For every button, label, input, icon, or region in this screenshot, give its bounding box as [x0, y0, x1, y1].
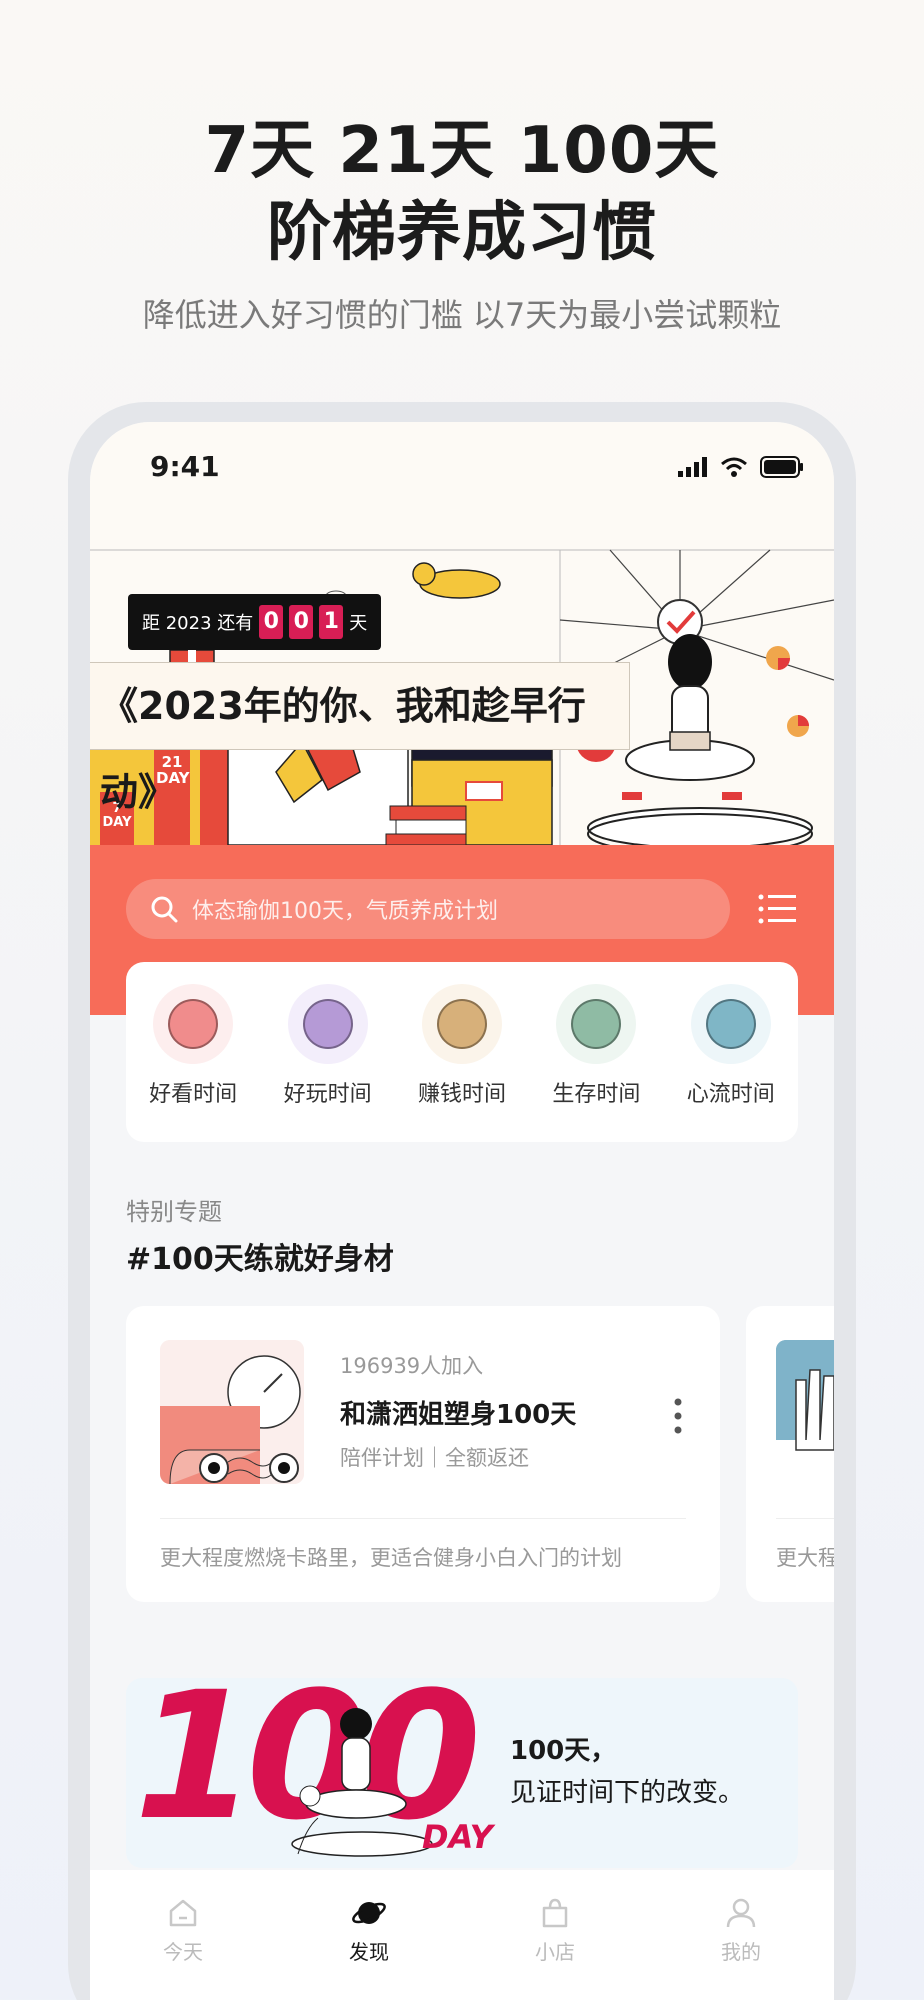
signal-icon	[678, 457, 707, 477]
game-icon	[287, 984, 368, 1064]
plan-title: 和潇洒姐塑身100天	[340, 1400, 577, 1430]
category-label: 好玩时间	[283, 1082, 372, 1107]
countdown-digit: 0	[289, 605, 314, 639]
hero-subtitle: 降低进入好习惯的门槛 以7天为最小尝试颗粒	[142, 296, 782, 334]
countdown-digit: 0	[259, 605, 284, 639]
plan-joined-count: 196939人加入	[340, 1354, 484, 1378]
plan-thumbnail	[776, 1340, 834, 1484]
tab-label: 发现	[349, 1940, 389, 1964]
tab-shop[interactable]: 小店	[495, 1896, 615, 2000]
coin-icon	[421, 984, 502, 1064]
phone-screen: 9:41 距 2023 还有 0 0 1 天 《2023年的你、我和趁早行动》 …	[90, 422, 834, 2000]
search-icon	[151, 896, 178, 923]
planet-icon	[352, 1902, 386, 1924]
promo-day-label: DAY	[422, 1818, 493, 1856]
status-time: 9:41	[150, 450, 220, 483]
bag-icon	[542, 1898, 568, 1928]
hero-banner[interactable]: 7DAY 21DAY 100DAY 距 2023 还有 0 0 1 天 《202…	[90, 510, 834, 845]
tab-me[interactable]: 我的	[681, 1896, 801, 2000]
phone-frame: 9:41 距 2023 还有 0 0 1 天 《2023年的你、我和趁早行动》 …	[68, 402, 856, 2000]
meditation-figure	[291, 1708, 433, 1857]
wifi-icon	[721, 457, 747, 477]
special-section-title: #100天练就好身材	[126, 1242, 394, 1277]
tab-label: 小店	[535, 1940, 575, 1964]
search-placeholder: 体态瑜伽100天，气质养成计划	[192, 899, 498, 924]
card-divider	[776, 1518, 834, 1519]
tab-label: 今天	[163, 1940, 203, 1964]
plan-tags: 陪伴计划｜全额返还	[340, 1446, 529, 1470]
plan-description: 更大程	[776, 1546, 834, 1570]
promo-banner-100-day[interactable]: 100 DAY 100天， 见证时间下的改变。	[126, 1678, 798, 1868]
wave-icon	[690, 984, 771, 1064]
battery-icon	[760, 456, 803, 478]
category-good-looking[interactable]: 好看时间	[133, 984, 253, 1108]
category-label: 生存时间	[552, 1082, 641, 1107]
search-input[interactable]: 体态瑜伽100天，气质养成计划	[126, 879, 730, 939]
status-icons	[678, 456, 804, 478]
tab-discover[interactable]: 发现	[309, 1896, 429, 2000]
category-flow[interactable]: 心流时间	[671, 984, 791, 1108]
hero-title-line1: 7天 21天 100天	[204, 114, 720, 188]
countdown-digit: 1	[319, 605, 344, 639]
countdown-suffix: 天	[349, 613, 368, 634]
bottom-tab-bar: 今天 发现 小店 我的	[90, 1870, 834, 2000]
mirror-icon	[153, 984, 234, 1064]
category-label: 赚钱时间	[417, 1082, 506, 1107]
card-divider	[160, 1518, 686, 1519]
hero-title-line2: 阶梯养成习惯	[267, 196, 657, 270]
category-panel: 好看时间 好玩时间 赚钱时间 生存时间 心流时间	[126, 962, 798, 1142]
hand-illustration	[776, 1340, 834, 1484]
category-money[interactable]: 赚钱时间	[402, 984, 522, 1108]
category-fun[interactable]: 好玩时间	[268, 984, 388, 1108]
status-bar: 9:41	[90, 422, 834, 512]
countdown-prefix: 距 2023 还有	[142, 613, 254, 634]
category-label: 心流时间	[686, 1082, 775, 1107]
tab-today[interactable]: 今天	[123, 1896, 243, 2000]
category-label: 好看时间	[149, 1082, 238, 1107]
hero-title: 7天 21天 100天 阶梯养成习惯	[0, 110, 924, 274]
menu-list-icon[interactable]	[758, 893, 796, 925]
countdown-timer: 距 2023 还有 0 0 1 天	[128, 594, 382, 650]
plan-description: 更大程度燃烧卡路里，更适合健身小白入门的计划	[160, 1546, 622, 1570]
category-survival[interactable]: 生存时间	[536, 984, 656, 1108]
banner-title: 《2023年的你、我和趁早行动》	[90, 662, 630, 814]
home-icon	[169, 1899, 197, 1927]
plan-card-next[interactable]: 更大程	[746, 1306, 834, 1602]
leaf-icon	[556, 984, 637, 1064]
plan-card[interactable]: 196939人加入 和潇洒姐塑身100天 陪伴计划｜全额返还 更大程度燃烧卡路里…	[126, 1306, 720, 1602]
promo-headline: 100天，	[510, 1736, 617, 1766]
special-section-label: 特别专题	[126, 1198, 222, 1226]
tab-label: 我的	[721, 1940, 761, 1964]
clock-illustration	[160, 1340, 304, 1484]
promo-tagline: 见证时间下的改变。	[510, 1778, 745, 1808]
more-vertical-icon[interactable]	[674, 1398, 682, 1434]
user-icon	[726, 1898, 756, 1928]
plan-thumbnail	[160, 1340, 304, 1484]
